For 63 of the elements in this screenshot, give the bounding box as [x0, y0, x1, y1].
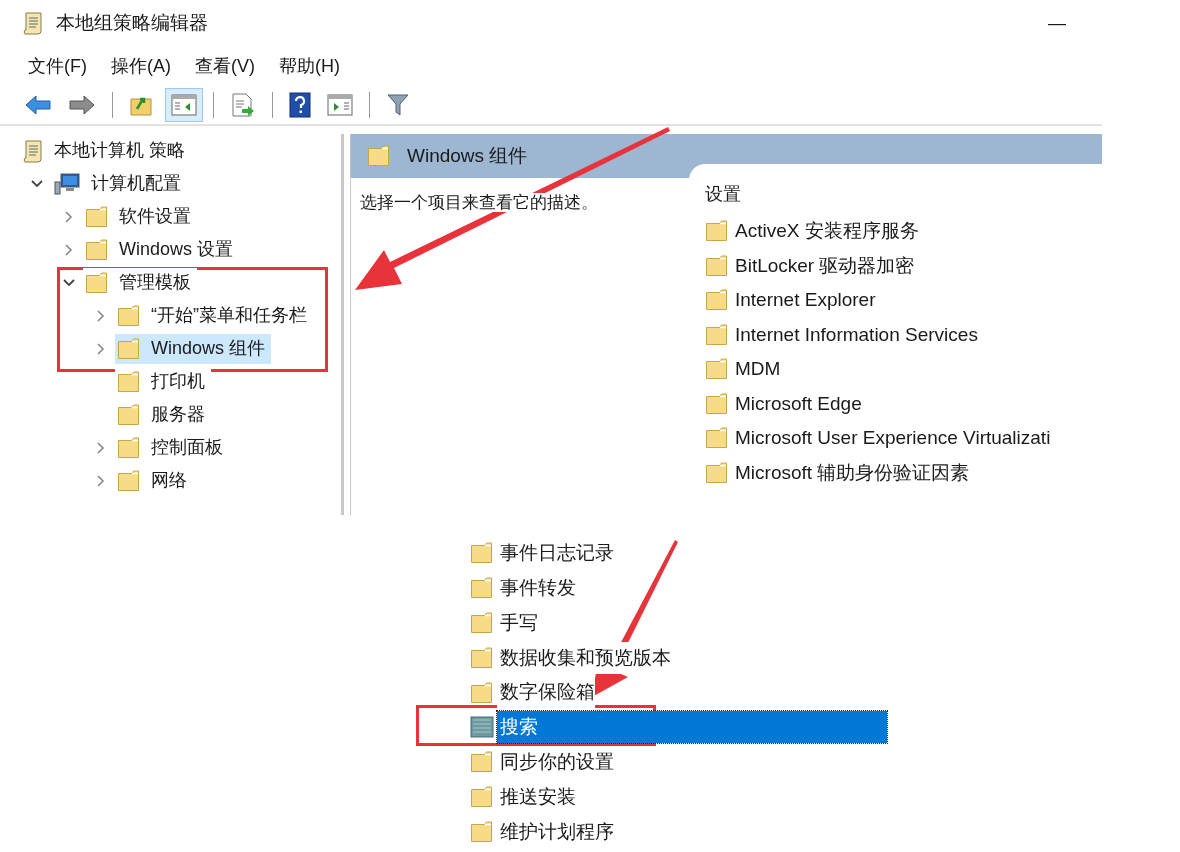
folder-icon — [705, 427, 729, 450]
help-icon — [289, 92, 311, 118]
chevron-right-icon[interactable] — [96, 440, 106, 455]
tree-item[interactable]: Windows 组件 — [115, 333, 272, 364]
scroll-icon — [22, 11, 44, 35]
export-list-icon — [230, 93, 256, 117]
folder-icon — [705, 392, 729, 415]
folder-icon — [117, 370, 141, 393]
panel-toggle-icon — [171, 94, 197, 116]
list-item[interactable]: Microsoft User Experience Virtualizati — [705, 421, 1102, 456]
folder-icon — [117, 436, 141, 459]
folder-icon — [367, 145, 391, 167]
folder-icon — [470, 716, 494, 739]
scroll-icon — [22, 138, 44, 163]
folder-icon — [470, 751, 494, 774]
panel-toggle-icon — [327, 94, 353, 116]
folder-icon — [470, 820, 494, 843]
folder-icon — [85, 205, 109, 228]
chevron-right-icon[interactable] — [64, 209, 74, 224]
list-item[interactable]: BitLocker 驱动器加密 — [705, 248, 1102, 283]
menu-item[interactable]: 查看(V) — [187, 50, 263, 82]
pane-header: Windows 组件 — [407, 143, 528, 168]
menu-item[interactable]: 帮助(H) — [271, 50, 348, 82]
folder-icon — [705, 220, 729, 243]
chevron-down-icon[interactable] — [30, 178, 44, 189]
menu-item[interactable]: 操作(A) — [103, 50, 179, 82]
folder-icon — [85, 238, 109, 261]
folder-icon — [470, 612, 494, 634]
folder-icon — [470, 577, 494, 600]
list-item[interactable]: Microsoft Edge — [705, 386, 1102, 421]
minimize-button[interactable]: — — [1040, 9, 1074, 37]
folder-icon — [705, 323, 729, 346]
chevron-right-icon[interactable] — [64, 242, 74, 257]
folder-icon — [117, 403, 141, 426]
folder-icon — [470, 785, 494, 808]
list-item[interactable]: Internet Information Services — [705, 317, 1102, 352]
list-item[interactable]: ActiveX 安装程序服务 — [705, 214, 1102, 249]
folder-icon — [705, 254, 729, 277]
chevron-right-icon[interactable] — [96, 308, 106, 323]
column-header: 设置 — [705, 182, 741, 206]
computer-icon — [53, 171, 81, 196]
list-item[interactable]: Internet Explorer — [705, 283, 1102, 318]
forward-arrow-icon — [68, 94, 96, 116]
panel-toggle-button[interactable] — [165, 88, 203, 122]
chevron-right-icon[interactable] — [96, 341, 106, 356]
folder-icon — [705, 289, 729, 312]
filter-icon — [386, 93, 410, 117]
folder-icon — [470, 646, 494, 669]
folder-icon — [117, 337, 141, 360]
menu-item[interactable]: 文件(F) — [20, 50, 95, 82]
folder-icon — [117, 304, 141, 327]
chevron-down-icon[interactable] — [62, 277, 76, 288]
folder-icon — [470, 542, 494, 565]
folder-icon — [85, 271, 109, 294]
list-item[interactable]: Microsoft 辅助身份验证因素 — [705, 455, 1102, 490]
folder-icon — [117, 469, 141, 492]
folder-icon — [705, 358, 729, 381]
folder-icon — [470, 681, 494, 704]
folder-icon — [705, 461, 729, 484]
back-arrow-icon — [24, 94, 52, 116]
chevron-right-icon[interactable] — [96, 473, 106, 488]
list-item[interactable]: MDM — [705, 352, 1102, 387]
window-title: 本地组策略编辑器 — [56, 10, 208, 35]
